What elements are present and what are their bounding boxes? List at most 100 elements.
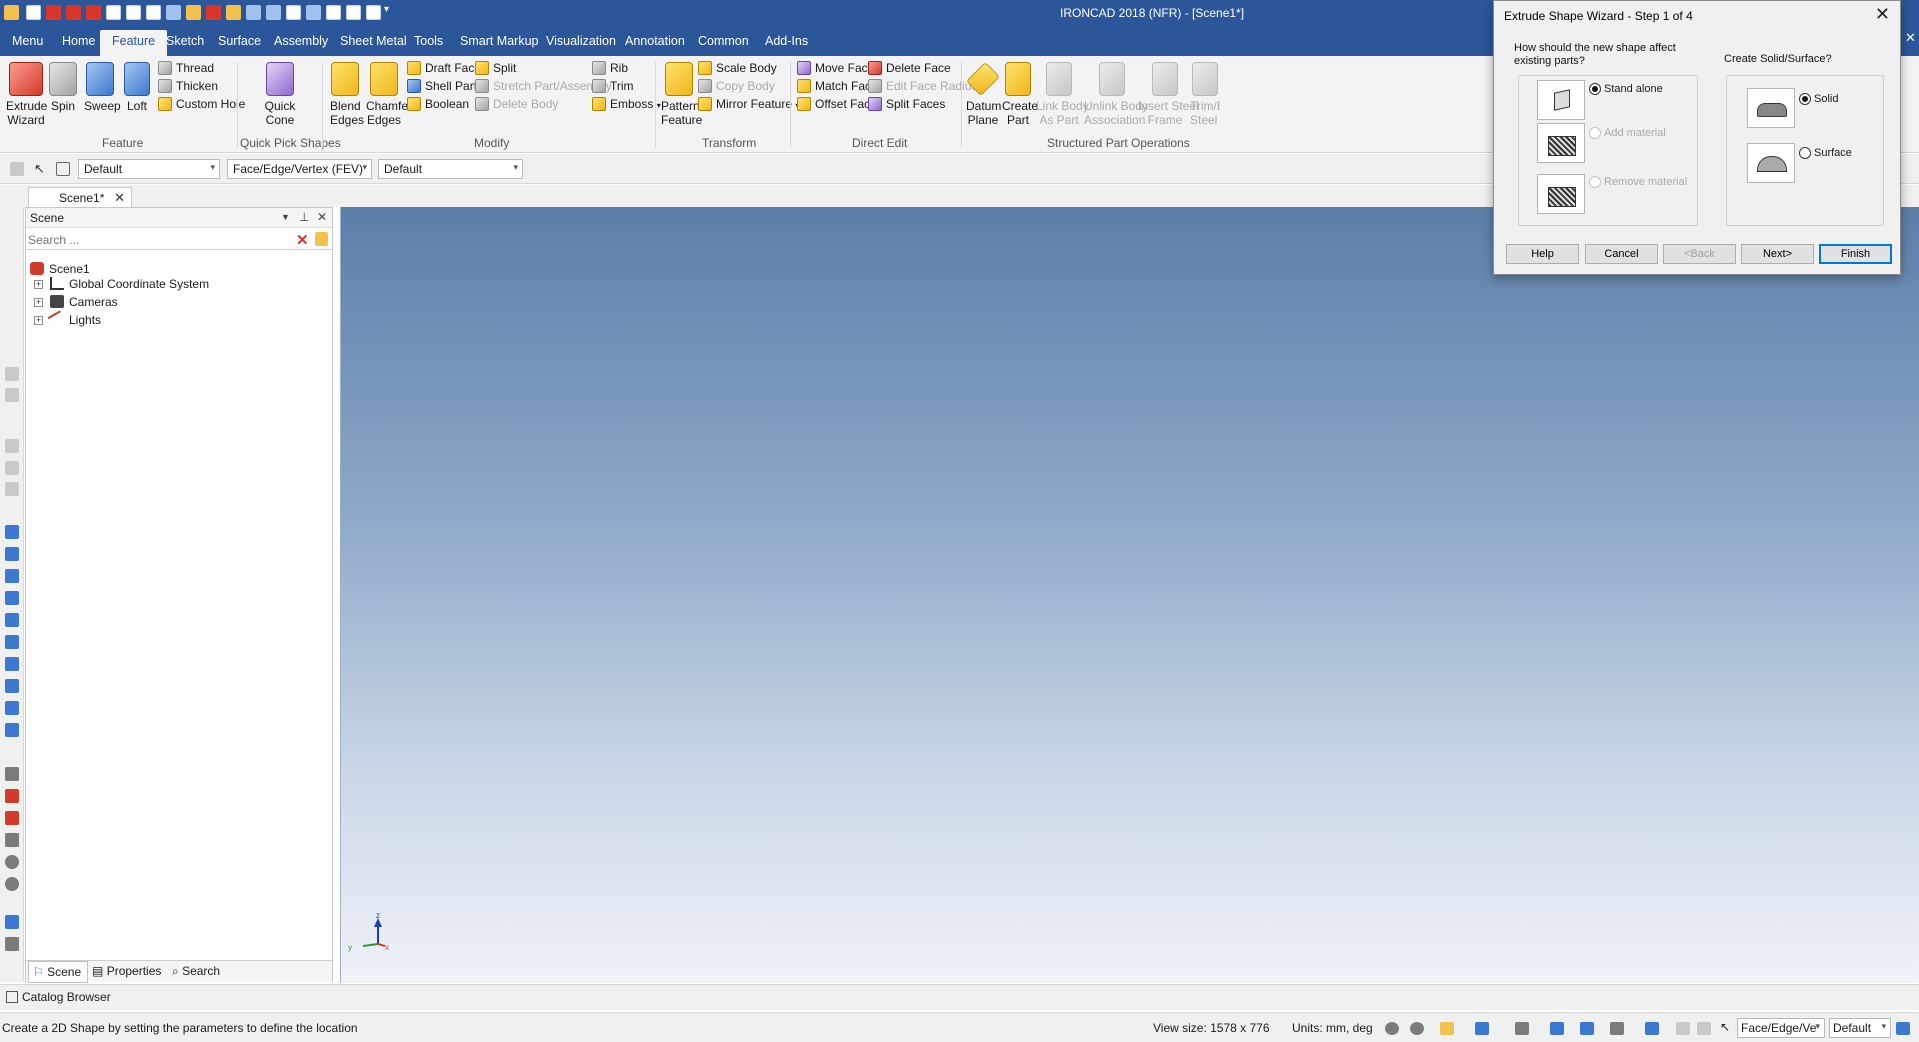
add-material-radio[interactable] — [1589, 127, 1601, 139]
clear-search-icon[interactable]: ✕ — [296, 231, 309, 249]
link-body-button[interactable]: Link Body As Part — [1036, 62, 1089, 127]
help-button[interactable]: Help — [1506, 244, 1579, 264]
shell-part-button[interactable]: Shell Part — [407, 78, 477, 94]
solid-radio[interactable] — [1799, 93, 1811, 105]
catalog-browser-tab[interactable]: Catalog Browser — [6, 990, 111, 1004]
pattern-feature-button[interactable]: Pattern Feature — [661, 62, 702, 127]
tool-icon[interactable] — [5, 547, 19, 561]
tool-icon[interactable] — [5, 877, 19, 891]
tool-icon[interactable] — [5, 461, 19, 475]
tool-icon[interactable] — [5, 701, 19, 715]
tab-annotation[interactable]: Annotation — [625, 34, 685, 48]
tree-item-global-coordinate-system[interactable]: Global Coordinate System — [50, 277, 209, 291]
extrude-wizard-button[interactable]: Extrude Wizard — [6, 62, 47, 127]
tool-icon[interactable] — [5, 937, 19, 951]
split-faces-button[interactable]: Split Faces — [868, 96, 945, 112]
tab-scene[interactable]: ⚐ Scene — [28, 961, 88, 983]
insert-steel-frame-button[interactable]: Insert Steel Frame — [1138, 62, 1199, 127]
rib-button[interactable]: Rib — [592, 60, 628, 76]
search-options-icon[interactable] — [315, 232, 328, 246]
tab-feature[interactable]: Feature — [100, 30, 168, 56]
select-icon[interactable] — [1697, 1022, 1711, 1035]
triball-icon[interactable] — [306, 5, 321, 20]
thicken-button[interactable]: Thicken — [158, 78, 218, 94]
close-file-icon[interactable] — [66, 5, 81, 20]
custom-hole-button[interactable]: Custom Hole — [158, 96, 245, 112]
zoom-icon[interactable] — [1385, 1022, 1399, 1035]
render-mode-icon[interactable] — [1475, 1022, 1489, 1035]
tool-icon[interactable] — [5, 811, 19, 825]
render-icon[interactable] — [286, 5, 301, 20]
render-style-combo[interactable]: Default ▾ — [78, 159, 220, 179]
match-face-button[interactable]: Match Face — [797, 78, 878, 94]
pointer-icon[interactable]: ↖ — [34, 161, 45, 177]
tool-icon[interactable] — [5, 569, 19, 583]
unlink-body-button[interactable]: Unlink Body Association — [1084, 62, 1148, 127]
datum-plane-button[interactable]: Datum Plane — [966, 62, 1001, 127]
view-list-icon[interactable] — [346, 5, 361, 20]
open-icon[interactable] — [46, 5, 61, 20]
tab-properties[interactable]: ▤ Properties — [92, 964, 161, 978]
shading-icon[interactable] — [1550, 1022, 1564, 1035]
copy-body-button[interactable]: Copy Body — [698, 78, 775, 94]
zoom-window-icon[interactable] — [1410, 1022, 1424, 1035]
tree-item-lights[interactable]: Lights — [47, 310, 101, 329]
redo-icon[interactable] — [266, 5, 281, 20]
tool-icon[interactable] — [5, 679, 19, 693]
expand-icon[interactable]: + — [34, 280, 43, 289]
tool-icon[interactable] — [5, 613, 19, 627]
create-part-button[interactable]: Create Part — [1002, 62, 1038, 127]
save-as-icon[interactable] — [126, 5, 141, 20]
tab-surface[interactable]: Surface — [218, 34, 261, 48]
thread-button[interactable]: Thread — [158, 60, 214, 76]
expand-icon[interactable]: + — [34, 298, 43, 307]
tab-sketch[interactable]: Sketch — [166, 34, 204, 48]
tool-icon[interactable] — [5, 833, 19, 847]
chevron-down-icon[interactable]: ▼ — [281, 212, 290, 222]
boolean-button[interactable]: Boolean — [407, 96, 469, 112]
back-button[interactable]: <Back — [1663, 244, 1736, 264]
mirror-feature-button[interactable]: Mirror Feature ▾ — [698, 96, 799, 114]
scene-search-input[interactable] — [28, 231, 292, 248]
delete-body-button[interactable]: Delete Body — [475, 96, 558, 112]
camera-icon[interactable] — [1515, 1022, 1529, 1035]
tab-assembly[interactable]: Assembly — [274, 34, 328, 48]
tree-item-cameras[interactable]: Cameras — [50, 295, 118, 309]
selection-mode-combo[interactable]: Face/Edge/Vertex (FEV) ▾ — [227, 159, 372, 179]
scale-body-button[interactable]: Scale Body — [698, 60, 777, 76]
tool-icon[interactable] — [5, 591, 19, 605]
tab-menu[interactable]: Menu — [12, 34, 43, 48]
pin-icon[interactable]: ⊥ — [299, 210, 309, 224]
cursor-icon[interactable] — [1676, 1022, 1690, 1035]
finish-button[interactable]: Finish — [1819, 244, 1892, 264]
split-button[interactable]: Split — [475, 60, 516, 76]
stand-alone-radio[interactable] — [1589, 83, 1601, 95]
delete-face-button[interactable]: Delete Face — [868, 60, 951, 76]
close-icon[interactable]: ✕ — [114, 190, 125, 206]
tool-icon[interactable] — [5, 767, 19, 781]
grid-icon[interactable] — [326, 5, 341, 20]
tool-icon[interactable] — [5, 915, 19, 929]
tab-smart-markup[interactable]: Smart Markup — [460, 34, 539, 48]
tab-add-ins[interactable]: Add-Ins — [765, 34, 808, 48]
spin-button[interactable]: Spin — [48, 62, 78, 113]
tool-icon[interactable] — [186, 5, 201, 20]
tool-icon[interactable] — [5, 439, 19, 453]
paste-icon[interactable] — [226, 5, 241, 20]
save-all-icon[interactable] — [146, 5, 161, 20]
tool-icon[interactable] — [5, 723, 19, 737]
tab-home[interactable]: Home — [62, 34, 95, 48]
close-icon[interactable]: ✕ — [317, 210, 327, 224]
layer-combo[interactable]: Default ▾ — [378, 159, 523, 179]
loft-button[interactable]: Loft — [122, 62, 152, 113]
surface-radio[interactable] — [1799, 147, 1811, 159]
tool-icon[interactable] — [5, 388, 19, 402]
tab-tools[interactable]: Tools — [414, 34, 443, 48]
tool-icon[interactable] — [5, 367, 19, 381]
customize-qat-icon[interactable]: ▾ — [384, 4, 389, 15]
tool-icon[interactable] — [5, 657, 19, 671]
tool-icon[interactable] — [5, 789, 19, 803]
window-icon[interactable] — [366, 5, 381, 20]
lighting-icon[interactable] — [1580, 1022, 1594, 1035]
trim-steel-frame-button[interactable]: Trim/E Steel F — [1190, 62, 1220, 127]
